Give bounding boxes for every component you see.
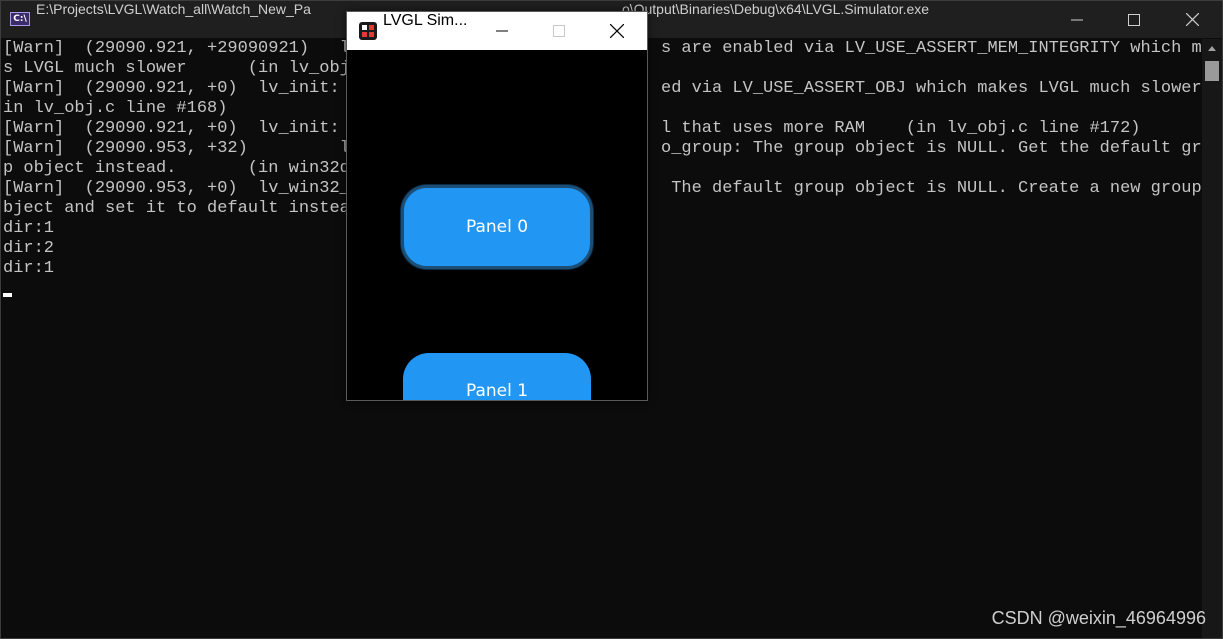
console-line: in lv_obj.c line #168) <box>3 99 228 118</box>
console-line-right: o_group: The group object is NULL. Get t… <box>661 139 1223 158</box>
maximize-icon <box>1128 13 1140 26</box>
console-line: dir:2 <box>3 239 55 258</box>
console-line-right: l that uses more RAM (in lv_obj.c line #… <box>661 119 1141 138</box>
simulator-title: LVGL Sim... <box>383 12 468 29</box>
close-icon <box>1185 13 1199 26</box>
console-line: [Warn] (29090.921, +0) lv_init: S <box>3 119 361 138</box>
console-line: [Warn] (29090.921, +0) lv_init: C <box>3 79 361 98</box>
console-line-right: s are enabled via LV_USE_ASSERT_MEM_INTE… <box>661 39 1223 58</box>
console-line: dir:1 <box>3 219 55 238</box>
console-line-right: ed via LV_USE_ASSERT_OBJ which makes LVG… <box>661 79 1223 98</box>
watermark: CSDN @weixin_46964996 <box>991 608 1206 628</box>
console-scrollbar[interactable] <box>1202 39 1222 638</box>
console-line: bject and set it to default insteac <box>3 199 361 218</box>
minimize-icon <box>1071 19 1083 20</box>
console-line: [Warn] (29090.953, +32) lv <box>3 139 361 158</box>
console-title-tail: o\Output\Binaries\Debug\x64\LVGL.Simulat… <box>621 1 930 17</box>
console-minimize-button[interactable] <box>1048 1 1106 38</box>
console-line: dir:1 <box>3 259 55 278</box>
simulator-screen[interactable]: Panel 0 Panel 1 <box>347 50 647 400</box>
simulator-minimize-button[interactable] <box>473 12 531 50</box>
console-line: [Warn] (29090.921, +29090921) lv <box>3 39 361 58</box>
lvgl-logo-icon <box>359 22 377 40</box>
console-maximize-button[interactable] <box>1105 1 1163 38</box>
panel-0[interactable]: Panel 0 <box>401 185 593 269</box>
console-line-right: The default group object is NULL. Create… <box>661 179 1223 198</box>
minimize-icon <box>496 30 508 32</box>
console-cursor <box>3 293 12 297</box>
lvgl-simulator-window: LVGL Sim... Panel 0 Panel 1 <box>346 11 648 401</box>
simulator-maximize-button <box>530 12 588 50</box>
scrollbar-thumb[interactable] <box>1205 61 1219 81</box>
simulator-titlebar[interactable]: LVGL Sim... <box>347 12 647 50</box>
console-close-button[interactable] <box>1163 1 1221 38</box>
scroll-up-arrow-icon[interactable] <box>1208 46 1216 51</box>
console-line: p object instead. (in win32dr <box>3 159 361 178</box>
panel-1[interactable]: Panel 1 <box>403 353 591 400</box>
console-app-icon: C:\ <box>10 12 30 26</box>
console-title-head: E:\Projects\LVGL\Watch_all\Watch_New_Pa <box>36 1 311 17</box>
panel-label: Panel 0 <box>465 217 529 237</box>
panel-label: Panel 1 <box>465 381 529 400</box>
console-line: s LVGL much slower (in lv_obj. <box>3 59 361 78</box>
maximize-icon <box>553 25 565 37</box>
console-line: [Warn] (29090.953, +0) lv_win32_a <box>3 179 361 198</box>
simulator-close-button[interactable] <box>588 12 646 50</box>
close-icon <box>610 24 624 38</box>
